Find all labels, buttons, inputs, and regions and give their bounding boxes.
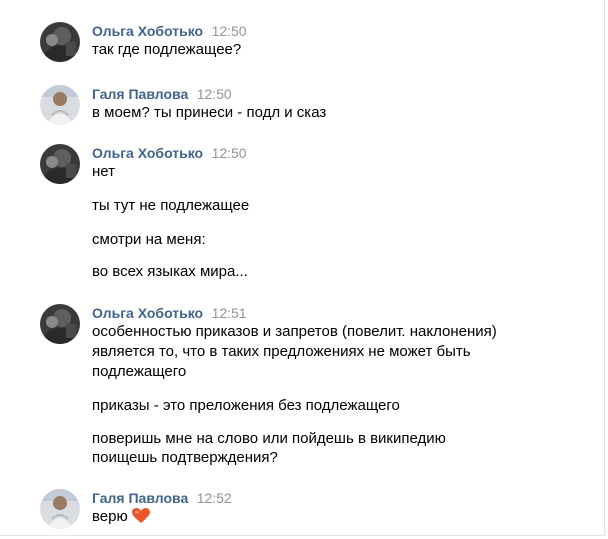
message-time[interactable]: 12:51 (212, 305, 247, 321)
heart-icon (131, 508, 150, 530)
message-header: Галя Павлова 12:52 (92, 489, 232, 507)
avatar[interactable] (40, 489, 80, 529)
message-text: поищешь подтверждения? (92, 449, 278, 466)
avatar[interactable] (40, 85, 80, 125)
message-text-content: верю (92, 508, 128, 525)
author-name[interactable]: Ольга Хоботько (92, 23, 203, 39)
message-text: во всех языках мира... (92, 263, 248, 280)
message-text: приказы - это преложения без подлежащего (92, 397, 400, 414)
message-text: подлежащего (92, 363, 187, 380)
avatar[interactable] (40, 22, 80, 62)
message-text: верю (92, 507, 150, 530)
message-text: в моем? ты принеси - подл и сказ (92, 104, 327, 121)
message-time[interactable]: 12:50 (212, 23, 247, 39)
message-text: поверишь мне на слово или пойдешь в вики… (92, 430, 446, 447)
avatar[interactable] (40, 304, 80, 344)
message-text: ты тут не подлежащее (92, 197, 250, 214)
chat-history: Ольга Хоботько 12:50 так где подлежащее?… (0, 0, 605, 536)
author-name[interactable]: Галя Павлова (92, 86, 188, 102)
message-header: Ольга Хоботько 12:50 (92, 22, 247, 40)
message-time[interactable]: 12:50 (197, 86, 232, 102)
message-text: является то, что в таких предложениях не… (92, 343, 471, 360)
author-name[interactable]: Ольга Хоботько (92, 305, 203, 321)
message-text: особенностью приказов и запретов (повели… (92, 323, 497, 340)
message-text: нет (92, 163, 115, 180)
message-time[interactable]: 12:50 (212, 145, 247, 161)
message-header: Галя Павлова 12:50 (92, 85, 232, 103)
avatar[interactable] (40, 144, 80, 184)
message-header: Ольга Хоботько 12:50 (92, 144, 247, 162)
author-name[interactable]: Ольга Хоботько (92, 145, 203, 161)
message-time[interactable]: 12:52 (197, 490, 232, 506)
message-text: так где подлежащее? (92, 41, 242, 58)
message-header: Ольга Хоботько 12:51 (92, 304, 247, 322)
message-text: смотри на меня: (92, 231, 206, 248)
author-name[interactable]: Галя Павлова (92, 490, 188, 506)
